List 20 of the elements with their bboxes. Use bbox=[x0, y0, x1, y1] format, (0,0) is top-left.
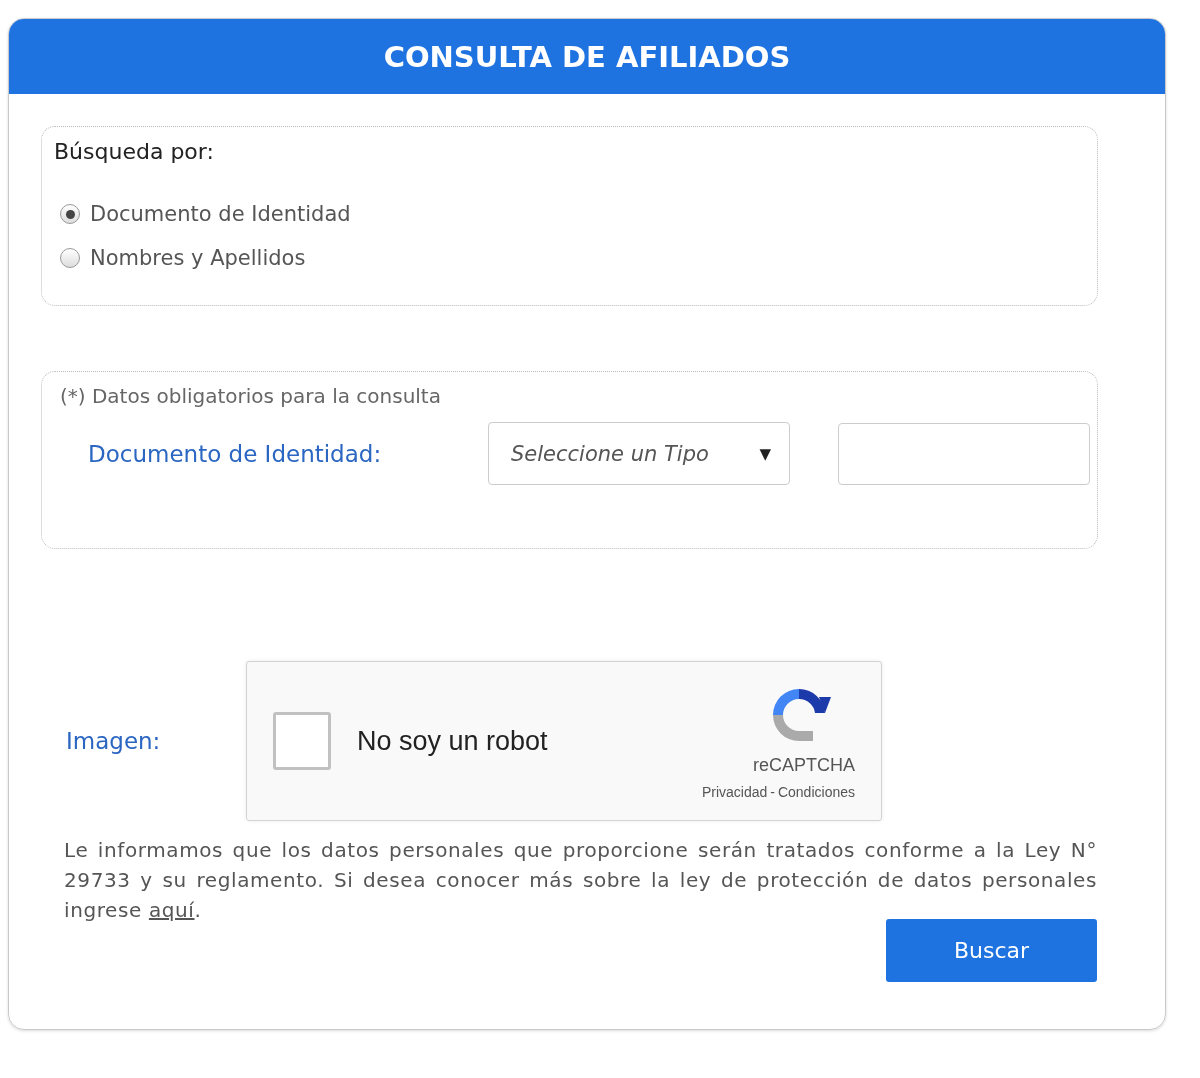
captcha-link[interactable]: Condiciones bbox=[777, 783, 855, 800]
captcha-brand: reCAPTCHA bbox=[753, 754, 855, 776]
radio-label[interactable]: Documento de Identidad bbox=[90, 202, 351, 226]
radio-button[interactable] bbox=[60, 248, 80, 268]
panel-title: CONSULTA DE AFILIADOS bbox=[383, 39, 791, 74]
document-number-field[interactable] bbox=[838, 422, 1090, 485]
radio-button[interactable] bbox=[60, 204, 80, 224]
captcha-link[interactable]: Privacidad bbox=[701, 783, 768, 800]
required-note: (*) Datos obligatorios para la consulta bbox=[60, 384, 442, 408]
privacy-link[interactable]: aquí bbox=[148, 898, 195, 922]
field-label: Documento de Identidad: bbox=[87, 440, 383, 467]
search-button[interactable]: Buscar bbox=[886, 919, 1097, 982]
captcha-checkbox[interactable] bbox=[273, 712, 331, 770]
field-label: Imagen: bbox=[65, 728, 162, 754]
type-dropdown[interactable]: Seleccione un Tipo ▼ bbox=[488, 422, 790, 485]
checkbox-label: No soy un robot bbox=[357, 725, 549, 757]
group-heading: Búsqueda por: bbox=[54, 139, 215, 164]
radio-label[interactable]: Nombres y Apellidos bbox=[90, 246, 306, 270]
link-separator: - bbox=[770, 783, 775, 800]
caret-icon: ▼ bbox=[759, 444, 771, 463]
